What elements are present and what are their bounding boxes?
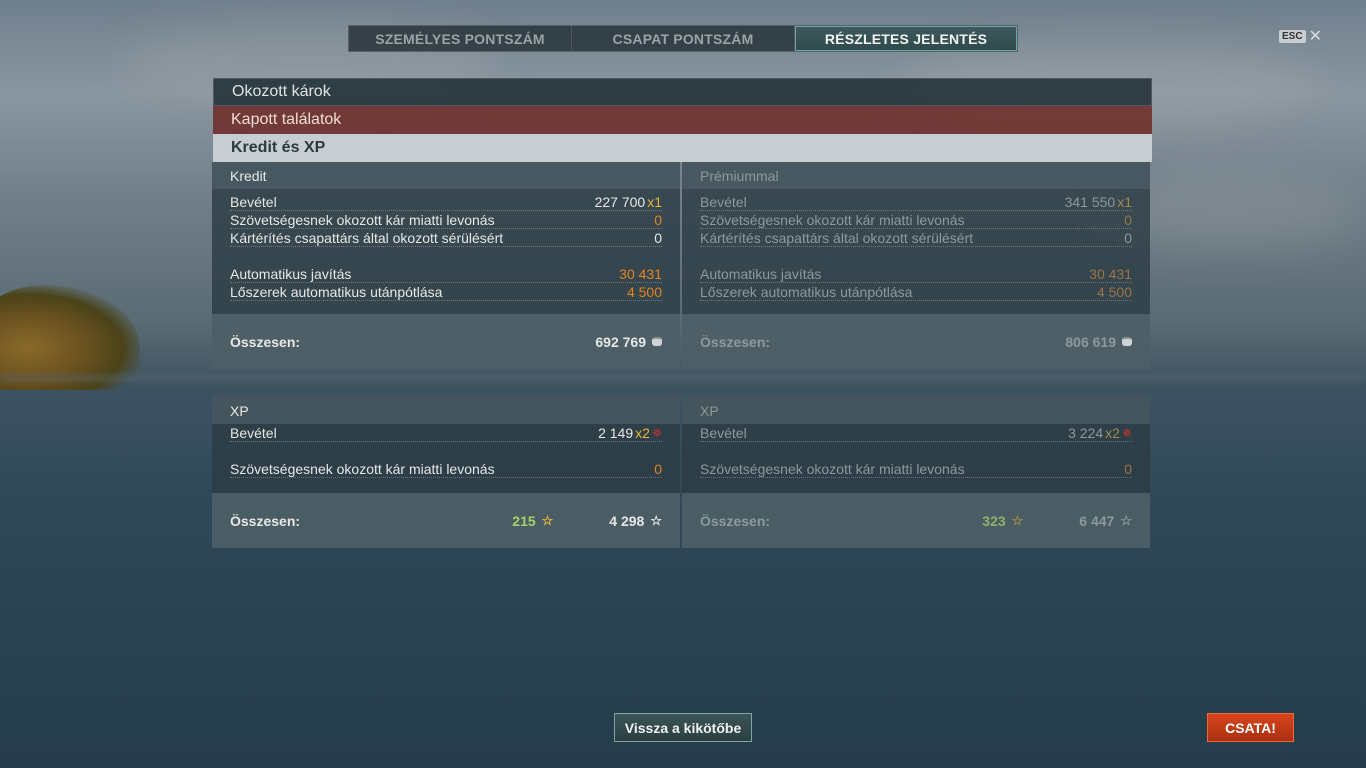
premium-xp-total: Összesen: 323 ☆ 6 447 ☆: [682, 493, 1150, 548]
premium-row-income: Bevétel 341 550 x1: [700, 193, 1132, 211]
xp-title: XP: [230, 402, 249, 419]
premium-row-compensation: Kártérítés csapattárs által okozott sérü…: [700, 229, 1132, 247]
total-value: 692 769: [595, 333, 646, 350]
credit-premium-panel: Prémiummal Bevétel 341 550 x1 Szövetséges…: [682, 162, 1150, 369]
row-value: 341 550: [1064, 194, 1116, 210]
section-credit-xp[interactable]: Kredit és XP: [213, 134, 1152, 162]
section-damage-dealt[interactable]: Okozott károk: [213, 78, 1152, 106]
premium-title: Prémiummal: [700, 167, 779, 184]
total-label: Összesen:: [700, 512, 771, 529]
premium-row-auto-resupply: Lőszerek automatikus utánpótlása 4 500: [700, 283, 1132, 301]
row-label: Lőszerek automatikus utánpótlása: [230, 284, 443, 300]
multiplier: x1: [647, 194, 662, 210]
multiplier: x2: [635, 425, 650, 441]
row-value: 0: [654, 212, 662, 228]
multiplier: x2: [1105, 425, 1120, 441]
premium-xp-row-income: Bevétel 3 224 x2 ✵: [700, 424, 1132, 442]
section-hits-received[interactable]: Kapott találatok: [213, 106, 1152, 134]
row-value: 227 700: [594, 194, 646, 210]
wreath-icon: ✵: [1121, 426, 1132, 440]
close-button[interactable]: ESC ✕: [1279, 27, 1322, 45]
row-label: Lőszerek automatikus utánpótlása: [700, 284, 913, 300]
row-label: Szövetségesnek okozott kár miatti levoná…: [230, 461, 495, 477]
credit-row-auto-repair: Automatikus javítás 30 431: [230, 265, 662, 283]
total-label: Összesen:: [230, 333, 301, 350]
section-hits-label: Kapott találatok: [231, 111, 342, 128]
esc-key-badge: ESC: [1279, 30, 1306, 43]
premium-xp-row-ally-damage: Szövetségesnek okozott kár miatti levoná…: [700, 460, 1132, 478]
xp-panel: XP Bevétel 2 149 x2 ✵ Szövetségesnek okozo…: [212, 397, 680, 548]
credit-title: Kredit: [230, 167, 267, 184]
credit-row-auto-resupply: Lőszerek automatikus utánpótlása 4 500: [230, 283, 662, 301]
free-xp-value: 323: [982, 512, 1006, 529]
coin-icon: [652, 337, 662, 346]
row-value: 0: [654, 461, 662, 477]
wreath-icon: ✵: [651, 426, 662, 440]
row-label: Szövetségesnek okozott kár miatti levoná…: [230, 212, 495, 228]
credit-premium-title: Prémiummal: [682, 162, 1150, 189]
premium-credit-total: Összesen: 806 619: [682, 314, 1150, 369]
section-credit-xp-label: Kredit és XP: [231, 139, 326, 156]
premium-row-ally-damage: Szövetségesnek okozott kár miatti levoná…: [700, 211, 1132, 229]
row-label: Bevétel: [230, 425, 277, 441]
row-label: Kártérítés csapattárs által okozott sérü…: [700, 230, 974, 246]
credit-row-ally-damage: Szövetségesnek okozott kár miatti levoná…: [230, 211, 662, 229]
row-label: Szövetségesnek okozott kár miatti levoná…: [700, 212, 965, 228]
row-value: 3 224: [1068, 425, 1104, 441]
xp-premium-title-text: XP: [700, 402, 719, 419]
total-label: Összesen:: [230, 512, 301, 529]
row-label: Kártérítés csapattárs által okozott sérü…: [230, 230, 504, 246]
tab-team-score[interactable]: CSAPAT PONTSZÁM: [572, 26, 795, 51]
star-icon: ☆: [1120, 512, 1132, 528]
credit-total: Összesen: 692 769: [212, 314, 680, 369]
report-tabs: SZEMÉLYES PONTSZÁM CSAPAT PONTSZÁM RÉSZL…: [348, 25, 1018, 52]
row-value: 0: [1124, 461, 1132, 477]
row-label: Automatikus javítás: [700, 266, 822, 282]
row-label: Automatikus javítás: [230, 266, 352, 282]
credit-row-income: Bevétel 227 700 x1: [230, 193, 662, 211]
row-value: 4 500: [626, 284, 662, 300]
row-value: 30 431: [619, 266, 662, 282]
horizon-decoration: [0, 375, 1366, 381]
multiplier: x1: [1117, 194, 1132, 210]
close-icon: ✕: [1308, 27, 1322, 45]
xp-premium-panel: XP Bevétel 3 224 x2 ✵ Szövetségesnek okozo…: [682, 397, 1150, 548]
row-label: Bevétel: [700, 425, 747, 441]
row-value: 0: [1124, 230, 1132, 246]
total-label: Összesen:: [700, 333, 771, 350]
xp-panel-title: XP: [212, 397, 680, 424]
free-xp-value: 215: [512, 512, 536, 529]
row-value: 30 431: [1089, 266, 1132, 282]
total-value: 4 298: [609, 512, 645, 529]
row-value: 4 500: [1096, 284, 1132, 300]
total-value: 806 619: [1065, 333, 1116, 350]
row-value: 2 149: [598, 425, 634, 441]
tab-personal-score[interactable]: SZEMÉLYES PONTSZÁM: [349, 26, 572, 51]
xp-premium-title: XP: [682, 397, 1150, 424]
coin-icon: [1122, 337, 1132, 346]
row-value: 0: [654, 230, 662, 246]
row-label: Bevétel: [230, 194, 277, 210]
credit-row-compensation: Kártérítés csapattárs által okozott sérü…: [230, 229, 662, 247]
row-label: Bevétel: [700, 194, 747, 210]
total-value: 6 447: [1079, 512, 1115, 529]
row-label: Szövetségesnek okozott kár miatti levoná…: [700, 461, 965, 477]
xp-total: Összesen: 215 ☆ 4 298 ☆: [212, 493, 680, 548]
back-to-port-button[interactable]: Vissza a kikötőbe: [614, 713, 752, 742]
star-outline-icon: ☆: [1011, 512, 1024, 528]
section-damage-label: Okozott károk: [232, 83, 331, 100]
premium-row-auto-repair: Automatikus javítás 30 431: [700, 265, 1132, 283]
credit-panel-title: Kredit: [212, 162, 680, 189]
xp-row-income: Bevétel 2 149 x2 ✵: [230, 424, 662, 442]
battle-button[interactable]: CSATA!: [1207, 713, 1294, 742]
tab-detailed-report[interactable]: RÉSZLETES JELENTÉS: [795, 26, 1017, 51]
credit-panel: Kredit Bevétel 227 700 x1 Szövetségesnek …: [212, 162, 680, 369]
star-icon: ☆: [650, 512, 662, 528]
xp-row-ally-damage: Szövetségesnek okozott kár miatti levoná…: [230, 460, 662, 478]
star-outline-icon: ☆: [541, 512, 554, 528]
row-value: 0: [1124, 212, 1132, 228]
